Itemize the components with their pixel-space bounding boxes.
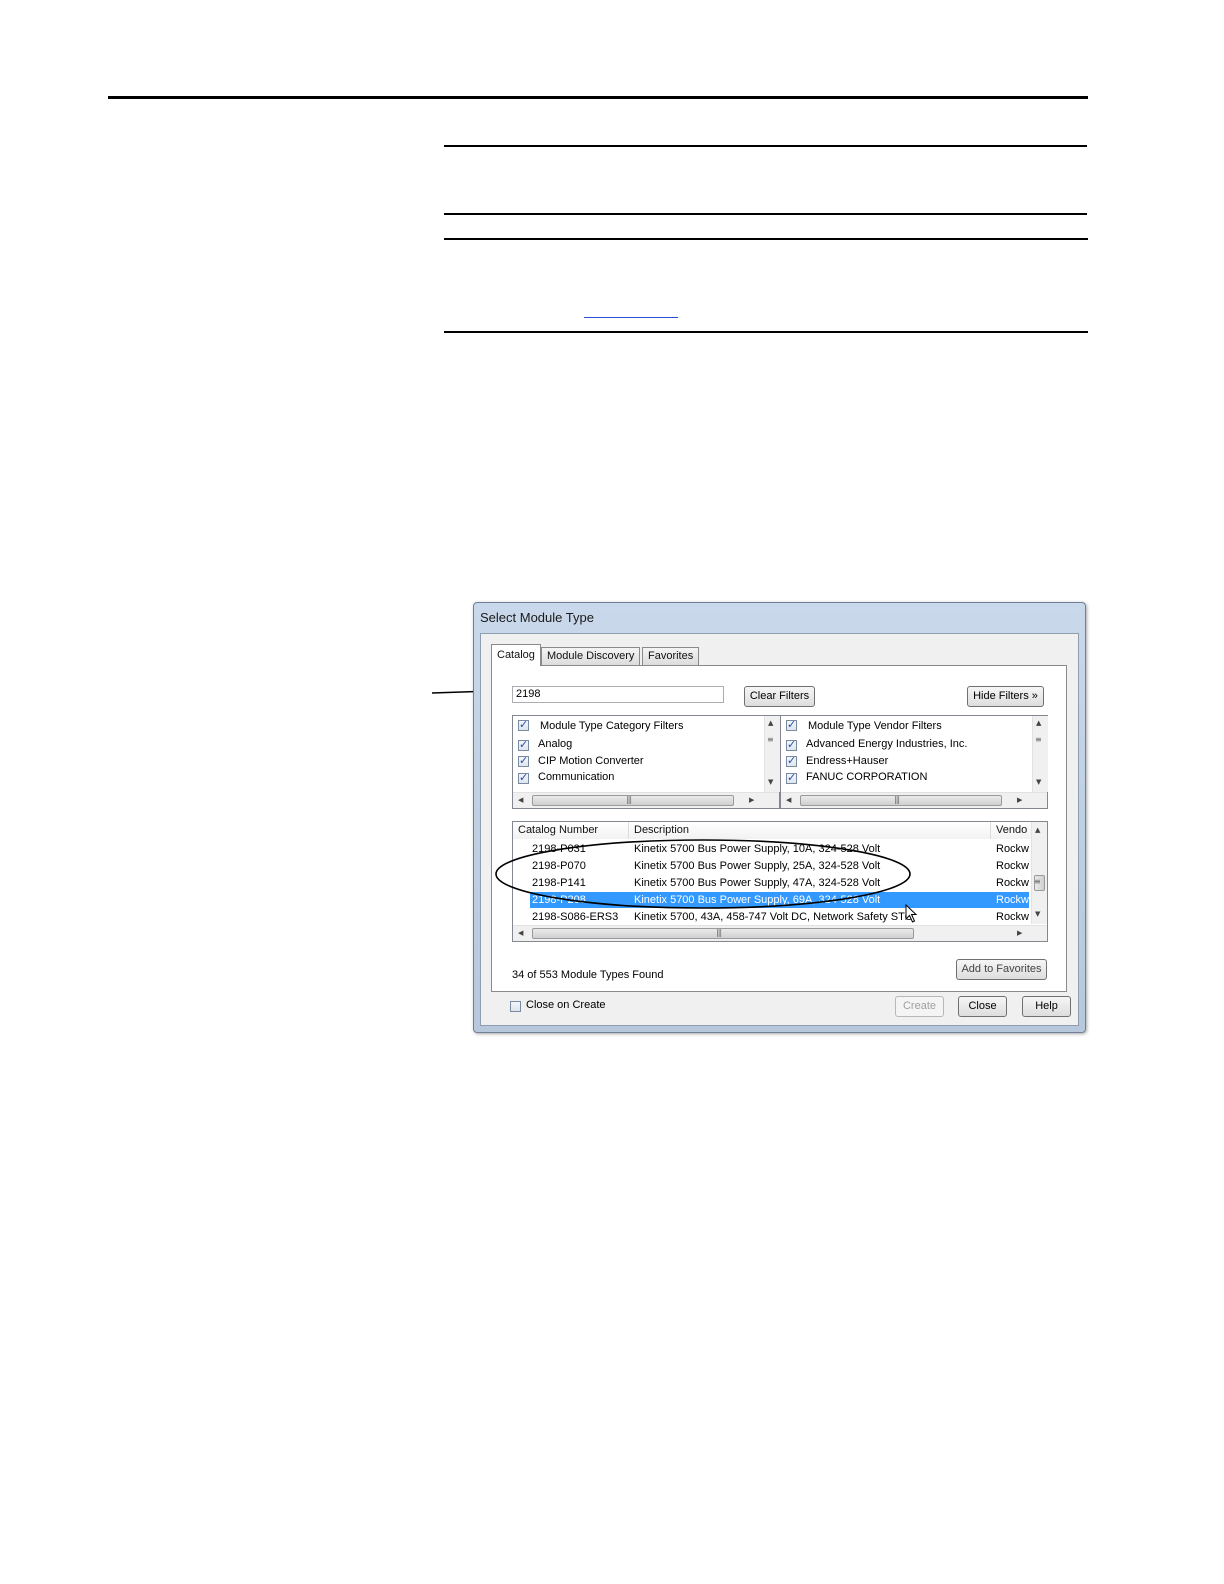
filter-checkbox-endress-hauser[interactable] — [786, 754, 797, 767]
scroll-grip-icon[interactable]: ||| — [894, 795, 900, 804]
scroll-grip-icon[interactable]: ≡ — [1035, 735, 1042, 744]
scroll-up-arrow-icon[interactable]: ▲ — [768, 719, 773, 727]
filter-checkbox-communication[interactable] — [518, 771, 529, 784]
vendor-cell: Rockw — [996, 894, 1030, 906]
vendor-cell: Rockw — [996, 877, 1030, 889]
column-header-catalog-number[interactable]: Catalog Number — [513, 822, 629, 839]
filter-label-analog: Analog — [538, 738, 573, 750]
filter-label-endress-hauser: Endress+Hauser — [806, 755, 889, 767]
filter-checkbox-analog[interactable] — [518, 738, 529, 751]
vendor-cell: Rockw — [996, 843, 1030, 855]
filter-label-advanced-energy: Advanced Energy Industries, Inc. — [806, 738, 968, 750]
table-row[interactable]: 2198-S086-ERS3 Kinetix 5700, 43A, 458-74… — [530, 909, 1029, 925]
scroll-grip-icon[interactable]: ||| — [626, 795, 632, 804]
scroll-grip-icon[interactable]: ≡ — [767, 735, 774, 744]
search-input[interactable]: 2198 — [512, 686, 724, 703]
scroll-grip-icon[interactable]: ≡ — [1034, 877, 1041, 886]
scroll-right-arrow-icon[interactable]: ▶ — [1017, 796, 1022, 804]
important-bottom-rule — [444, 331, 1088, 333]
scroll-down-arrow-icon[interactable]: ▼ — [768, 778, 773, 786]
vendor-cell: Rockw — [996, 911, 1030, 923]
dialog-title: Select Module Type — [480, 610, 594, 625]
description-cell: Kinetix 5700, 43A, 458-747 Volt DC, Netw… — [634, 911, 914, 923]
catalog-list-horizontal-scrollbar[interactable]: ◀ ||| ▶ — [513, 925, 1047, 941]
note-bottom-rule — [444, 213, 1087, 215]
note-top-rule — [444, 145, 1087, 147]
vendor-filters-header: Module Type Vendor Filters — [808, 720, 942, 732]
category-filters-vertical-scrollbar[interactable]: ▲ ≡ ▼ — [764, 716, 780, 792]
mouse-cursor-icon — [905, 904, 918, 923]
filter-label-communication: Communication — [538, 771, 615, 783]
category-filters-list: Module Type Category Filters Analog CIP … — [512, 715, 780, 809]
horizontal-scroll-thumb[interactable] — [532, 928, 914, 939]
hide-filters-button[interactable]: Hide Filters » — [967, 686, 1044, 707]
close-on-create-checkbox[interactable] — [510, 1001, 521, 1012]
important-top-rule — [444, 238, 1088, 240]
catalog-list-vertical-scrollbar[interactable]: ▲ ≡ ▼ — [1031, 822, 1047, 924]
callout-ellipse — [495, 839, 911, 909]
category-filters-header: Module Type Category Filters — [540, 720, 684, 732]
category-filters-select-all-checkbox[interactable] — [518, 718, 529, 731]
scroll-right-arrow-icon[interactable]: ▶ — [1017, 929, 1022, 937]
vendor-filters-list: Module Type Vendor Filters Advanced Ener… — [780, 715, 1048, 809]
module-types-found-count: 34 of 553 Module Types Found — [512, 969, 664, 981]
category-filters-horizontal-scrollbar[interactable]: ◀ ||| ▶ — [513, 792, 779, 808]
filter-label-fanuc: FANUC CORPORATION — [806, 771, 928, 783]
filter-checkbox-fanuc[interactable] — [786, 771, 797, 784]
page-header-rule — [108, 96, 1088, 99]
tab-favorites[interactable]: Favorites — [642, 647, 700, 665]
catalog-number-cell: 2198-S086-ERS3 — [532, 911, 619, 923]
scroll-down-arrow-icon[interactable]: ▼ — [1036, 778, 1041, 786]
vendor-filters-horizontal-scrollbar[interactable]: ◀ ||| ▶ — [781, 792, 1047, 808]
close-button[interactable]: Close — [958, 996, 1007, 1017]
vendor-filters-select-all-checkbox[interactable] — [786, 718, 797, 731]
horizontal-scroll-thumb[interactable] — [800, 795, 1002, 806]
filter-checkbox-cip-motion-converter[interactable] — [518, 754, 529, 767]
hyperlink-underline[interactable] — [584, 317, 678, 318]
close-on-create-label: Close on Create — [526, 999, 606, 1011]
column-header-description[interactable]: Description — [629, 822, 991, 839]
scroll-left-arrow-icon[interactable]: ◀ — [518, 929, 523, 937]
clear-filters-button[interactable]: Clear Filters — [744, 686, 815, 707]
filter-label-cip-motion-converter: CIP Motion Converter — [538, 755, 644, 767]
tab-module-discovery[interactable]: Module Discovery — [541, 647, 641, 665]
scroll-grip-icon[interactable]: ||| — [716, 928, 722, 937]
horizontal-scroll-thumb[interactable] — [532, 795, 734, 806]
scroll-right-arrow-icon[interactable]: ▶ — [749, 796, 754, 804]
vendor-filters-vertical-scrollbar[interactable]: ▲ ≡ ▼ — [1032, 716, 1048, 792]
dialog-client-area: Catalog Module Discovery Favorites 2198 … — [480, 633, 1079, 1026]
scroll-down-arrow-icon[interactable]: ▼ — [1035, 910, 1040, 918]
filter-checkbox-advanced-energy[interactable] — [786, 738, 797, 751]
select-module-type-dialog: Select Module Type Catalog Module Discov… — [473, 602, 1086, 1033]
create-button[interactable]: Create — [895, 996, 944, 1017]
help-button[interactable]: Help — [1022, 996, 1071, 1017]
add-to-favorites-button[interactable]: Add to Favorites — [956, 959, 1047, 980]
scroll-left-arrow-icon[interactable]: ◀ — [518, 796, 523, 804]
scroll-up-arrow-icon[interactable]: ▲ — [1035, 826, 1040, 834]
scroll-up-arrow-icon[interactable]: ▲ — [1036, 719, 1041, 727]
column-header-vendor[interactable]: Vendo — [991, 822, 1031, 839]
vendor-cell: Rockw — [996, 860, 1030, 872]
catalog-panel: 2198 Clear Filters Hide Filters » Module… — [491, 665, 1067, 992]
scroll-left-arrow-icon[interactable]: ◀ — [786, 796, 791, 804]
tab-catalog[interactable]: Catalog — [491, 644, 541, 666]
